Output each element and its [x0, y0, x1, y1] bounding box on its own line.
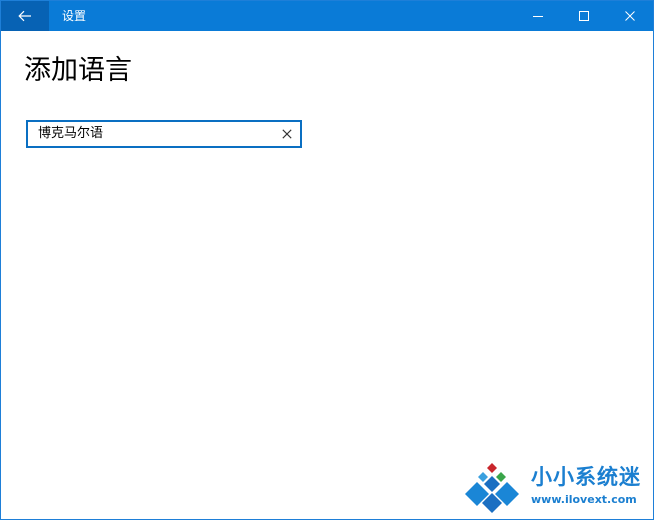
- window-title: 设置: [62, 9, 87, 23]
- maximize-icon: [579, 11, 589, 21]
- clear-x-icon: [282, 129, 292, 139]
- language-search-input[interactable]: [38, 122, 268, 146]
- title-bar: 设置: [1, 1, 653, 31]
- watermark-title: 小小系统迷: [531, 465, 641, 489]
- close-icon: [625, 11, 635, 21]
- site-watermark: 小小系统迷 www.ilovext.com: [464, 460, 650, 516]
- minimize-button[interactable]: [515, 1, 561, 31]
- close-button[interactable]: [607, 1, 653, 31]
- page-title: 添加语言: [24, 55, 132, 86]
- watermark-logo-icon: [465, 463, 519, 513]
- arrow-left-icon: [18, 10, 31, 22]
- minimize-icon: [533, 16, 543, 17]
- back-button[interactable]: [1, 1, 49, 31]
- language-search-box[interactable]: [26, 120, 302, 148]
- settings-window: 设置 添加语言 博克马尔语 小小系统迷 www.ilovext.com: [0, 0, 654, 520]
- watermark-url: www.ilovext.com: [531, 493, 637, 506]
- clear-search-button[interactable]: [280, 127, 294, 141]
- maximize-button[interactable]: [561, 1, 607, 31]
